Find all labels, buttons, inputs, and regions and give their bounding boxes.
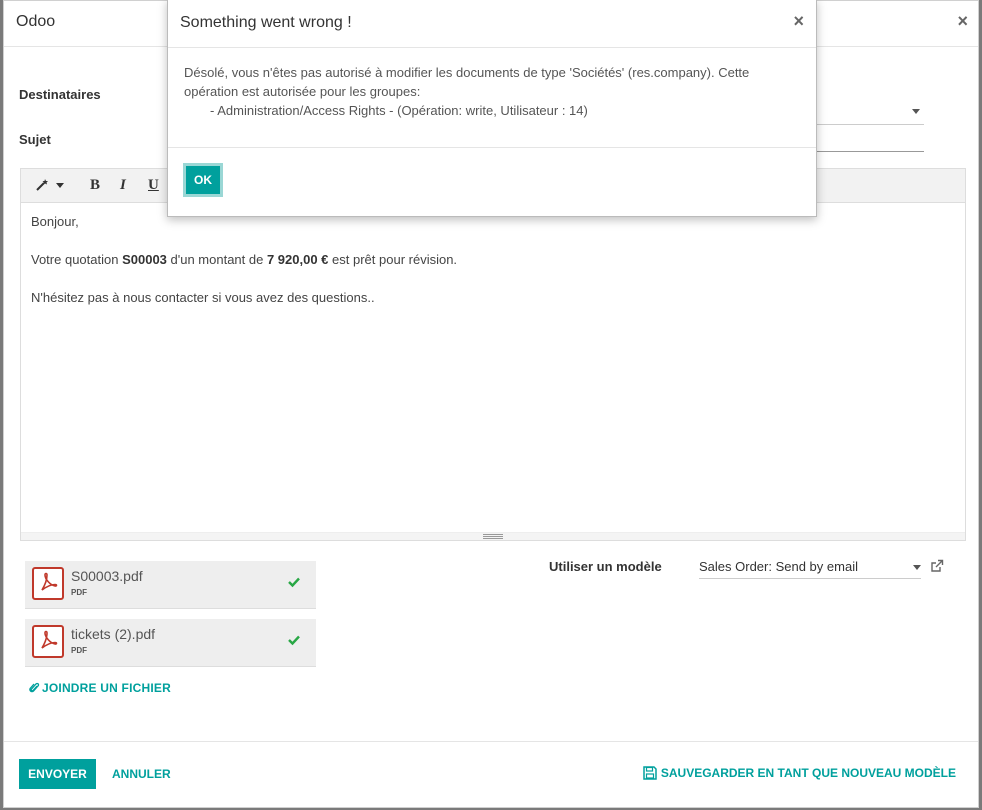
attach-file-label: JOINDRE UN FICHIER — [42, 681, 171, 695]
ok-button[interactable]: OK — [183, 163, 223, 197]
error-dialog-header: Something went wrong ! × — [168, 0, 816, 48]
template-value: Sales Order: Send by email — [699, 559, 858, 574]
template-label: Utiliser un modèle — [549, 559, 662, 574]
body-editor[interactable]: B I U Bonjour, Votre quotation S00003 d'… — [20, 168, 966, 541]
chevron-down-icon[interactable] — [913, 565, 921, 570]
attachment-item[interactable]: S00003.pdf PDF — [25, 561, 316, 609]
attach-file-button[interactable]: JOINDRE UN FICHIER — [29, 681, 171, 695]
bold-button[interactable]: B — [90, 177, 100, 194]
quote-line-suffix: est prêt pour révision. — [328, 252, 458, 267]
attachment-name[interactable]: tickets (2).pdf — [71, 626, 155, 642]
save-template-label: SAUVEGARDER EN TANT QUE NOUVEAU MODÈLE — [660, 766, 956, 780]
dialog-footer: ENVOYER ANNULER SAUVEGARDER EN TANT QUE … — [4, 741, 978, 809]
grip-icon[interactable] — [483, 534, 503, 539]
error-dialog-title: Something went wrong ! — [180, 14, 352, 31]
paperclip-icon — [29, 682, 40, 693]
quote-ref: S00003 — [122, 252, 167, 267]
magic-wand-icon[interactable] — [35, 178, 49, 192]
check-icon — [288, 577, 300, 588]
attachment-item[interactable]: tickets (2).pdf PDF — [25, 619, 316, 667]
error-message-text: Désolé, vous n'êtes pas autorisé à modif… — [184, 65, 750, 99]
quote-line-mid: d'un montant de — [166, 252, 267, 267]
italic-button[interactable]: I — [120, 177, 126, 194]
external-link-icon[interactable] — [930, 559, 944, 573]
editor-content[interactable]: Bonjour, Votre quotation S00003 d'un mon… — [21, 203, 965, 341]
error-message: Désolé, vous n'êtes pas autorisé à modif… — [168, 48, 816, 148]
chevron-down-icon[interactable] — [56, 183, 64, 188]
attachment-type: PDF — [71, 646, 87, 655]
pdf-icon — [32, 625, 64, 658]
close-icon[interactable]: × — [793, 11, 804, 32]
save-icon — [643, 766, 657, 780]
cancel-button[interactable]: ANNULER — [112, 767, 171, 781]
recipients-input[interactable] — [816, 105, 924, 125]
subject-label: Sujet — [19, 132, 51, 147]
underline-button[interactable]: U — [148, 177, 159, 194]
attachment-name[interactable]: S00003.pdf — [71, 568, 143, 584]
error-dialog: Something went wrong ! × Désolé, vous n'… — [167, 0, 817, 217]
chevron-down-icon[interactable] — [912, 109, 920, 114]
error-message-groups: - Administration/Access Rights - (Opérat… — [210, 102, 588, 118]
subject-input[interactable] — [816, 132, 924, 152]
send-button[interactable]: ENVOYER — [19, 759, 96, 789]
save-template-button[interactable]: SAUVEGARDER EN TANT QUE NOUVEAU MODÈLE — [643, 766, 956, 780]
close-icon[interactable]: × — [957, 11, 968, 32]
check-icon — [288, 635, 300, 646]
quote-line-prefix: Votre quotation — [31, 252, 123, 267]
quote-amount: 7 920,00 € — [266, 252, 329, 267]
attachment-type: PDF — [71, 588, 87, 597]
recipients-label: Destinataires — [19, 87, 101, 102]
quote-line: Votre quotation S00003 d'un montant de 7… — [31, 253, 955, 266]
editor-resize-handle[interactable] — [21, 532, 965, 540]
pdf-icon — [32, 567, 64, 600]
dialog-title: Odoo — [16, 13, 56, 30]
contact-line: N'hésitez pas à nous contacter si vous a… — [31, 290, 375, 305]
template-select[interactable]: Sales Order: Send by email — [699, 559, 921, 579]
